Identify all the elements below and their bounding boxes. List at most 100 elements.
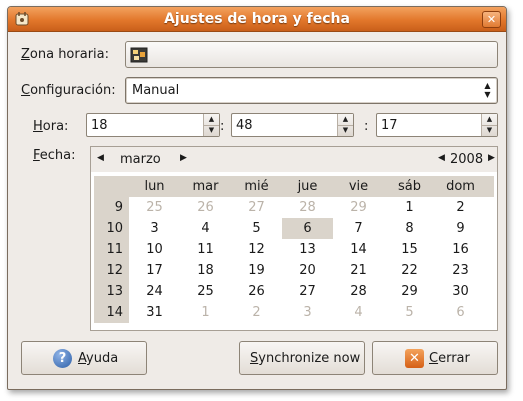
calendar-day[interactable]: 6 bbox=[435, 302, 486, 323]
title-bar[interactable]: Ajustes de hora y fecha ✕ bbox=[8, 7, 506, 32]
calendar-day-selected[interactable]: 6 bbox=[282, 218, 333, 239]
help-button-label: Ayuda bbox=[78, 351, 119, 366]
calendar-day[interactable]: 4 bbox=[333, 302, 384, 323]
calendar-day[interactable]: 28 bbox=[333, 281, 384, 302]
calendar-day[interactable]: 25 bbox=[180, 281, 231, 302]
calendar-day[interactable]: 29 bbox=[384, 281, 435, 302]
calendar-day[interactable]: 16 bbox=[435, 239, 486, 260]
calendar-day[interactable]: 3 bbox=[282, 302, 333, 323]
config-select[interactable]: Manual ▲ ▼ bbox=[125, 77, 498, 104]
weekday-header: lun bbox=[144, 179, 165, 194]
calendar-day[interactable]: 17 bbox=[129, 260, 180, 281]
calendar-day[interactable]: 11 bbox=[180, 239, 231, 260]
next-month-button[interactable]: ▶ bbox=[180, 153, 187, 163]
calendar-month: marzo bbox=[120, 152, 161, 167]
timezone-map-icon bbox=[130, 46, 148, 64]
up-down-arrows-icon: ▲ ▼ bbox=[484, 81, 491, 99]
calendar-day[interactable]: 4 bbox=[180, 218, 231, 239]
minute-spin-buttons: ▲ ▼ bbox=[337, 114, 353, 136]
calendar-week-row: 9 25 26 27 28 29 1 2 bbox=[94, 197, 494, 218]
calendar-header: ◀ marzo ▶ ◀ 2008 ▶ bbox=[91, 147, 497, 172]
weekday-header: mié bbox=[244, 179, 269, 194]
sync-button-label: Synchronize now bbox=[250, 351, 361, 366]
weekday-header: jue bbox=[297, 179, 318, 194]
calendar-day[interactable]: 7 bbox=[333, 218, 384, 239]
weekday-header-row: lun mar mié jue vie sáb dom bbox=[94, 176, 494, 197]
calendar-day[interactable]: 30 bbox=[435, 281, 486, 302]
calendar-day[interactable]: 28 bbox=[282, 197, 333, 218]
minute-spinbox[interactable]: 48 ▲ ▼ bbox=[231, 113, 354, 137]
timezone-label: Zona horaria: bbox=[21, 47, 110, 62]
second-spin-buttons: ▲ ▼ bbox=[481, 114, 497, 136]
minute-decrement-button[interactable]: ▼ bbox=[338, 125, 353, 136]
calendar-day[interactable]: 5 bbox=[231, 218, 282, 239]
calendar-day[interactable]: 26 bbox=[180, 197, 231, 218]
weekday-header: mar bbox=[192, 179, 219, 194]
window-title: Ajustes de hora y fecha bbox=[164, 11, 350, 27]
calendar-day[interactable]: 25 bbox=[129, 197, 180, 218]
calendar-week-row: 12 17 18 19 20 21 22 23 bbox=[94, 260, 494, 281]
weekday-header: vie bbox=[348, 179, 369, 194]
date-label: Fecha: bbox=[33, 148, 76, 163]
week-number: 9 bbox=[94, 197, 129, 218]
hour-minute-separator: : bbox=[220, 119, 225, 134]
calendar-day[interactable]: 26 bbox=[231, 281, 282, 302]
calendar-day[interactable]: 1 bbox=[384, 197, 435, 218]
calendar-day[interactable]: 12 bbox=[231, 239, 282, 260]
calendar-day[interactable]: 9 bbox=[435, 218, 486, 239]
sync-now-button[interactable]: Synchronize now bbox=[239, 341, 365, 375]
window-close-button[interactable]: ✕ bbox=[482, 11, 501, 28]
calendar-day[interactable]: 10 bbox=[129, 239, 180, 260]
time-label: Hora: bbox=[33, 119, 69, 134]
week-number: 10 bbox=[94, 218, 129, 239]
hour-spinbox[interactable]: 18 ▲ ▼ bbox=[86, 113, 220, 137]
calendar-day[interactable]: 27 bbox=[282, 281, 333, 302]
week-number: 14 bbox=[94, 302, 129, 323]
hour-decrement-button[interactable]: ▼ bbox=[204, 125, 219, 136]
prev-year-button[interactable]: ◀ bbox=[438, 153, 445, 163]
next-year-button[interactable]: ▶ bbox=[488, 153, 495, 163]
week-number: 13 bbox=[94, 281, 129, 302]
minute-second-separator: : bbox=[364, 119, 369, 134]
calendar: ◀ marzo ▶ ◀ 2008 ▶ lun mar mié jue vie s… bbox=[90, 146, 498, 331]
calendar-day[interactable]: 5 bbox=[384, 302, 435, 323]
calendar-day[interactable]: 3 bbox=[129, 218, 180, 239]
calendar-week-row: 11 10 11 12 13 14 15 16 bbox=[94, 239, 494, 260]
minute-value: 48 bbox=[236, 118, 253, 133]
calendar-day[interactable]: 27 bbox=[231, 197, 282, 218]
calendar-day[interactable]: 31 bbox=[129, 302, 180, 323]
week-number: 11 bbox=[94, 239, 129, 260]
close-button[interactable]: ✕ Cerrar bbox=[372, 341, 498, 375]
calendar-week-row: 10 3 4 5 6 7 8 9 bbox=[94, 218, 494, 239]
calendar-day[interactable]: 13 bbox=[282, 239, 333, 260]
second-value: 17 bbox=[381, 118, 398, 133]
dialog-window: Ajustes de hora y fecha ✕ Zona horaria: … bbox=[7, 6, 507, 390]
week-number: 12 bbox=[94, 260, 129, 281]
prev-month-button[interactable]: ◀ bbox=[97, 153, 104, 163]
calendar-day[interactable]: 24 bbox=[129, 281, 180, 302]
calendar-day[interactable]: 8 bbox=[384, 218, 435, 239]
calendar-day[interactable]: 22 bbox=[384, 260, 435, 281]
calendar-day[interactable]: 29 bbox=[333, 197, 384, 218]
weekday-header: sáb bbox=[398, 179, 421, 194]
hour-value: 18 bbox=[91, 118, 108, 133]
calendar-day[interactable]: 19 bbox=[231, 260, 282, 281]
close-icon: ✕ bbox=[405, 349, 424, 368]
config-label: Configuración: bbox=[21, 83, 116, 98]
help-button[interactable]: ? Ayuda bbox=[21, 341, 147, 375]
calendar-day[interactable]: 2 bbox=[231, 302, 282, 323]
timezone-button[interactable] bbox=[125, 41, 498, 68]
calendar-day[interactable]: 1 bbox=[180, 302, 231, 323]
calendar-day[interactable]: 20 bbox=[282, 260, 333, 281]
close-button-label: Cerrar bbox=[429, 351, 470, 366]
second-spinbox[interactable]: 17 ▲ ▼ bbox=[376, 113, 498, 137]
calendar-day[interactable]: 18 bbox=[180, 260, 231, 281]
calendar-day[interactable]: 23 bbox=[435, 260, 486, 281]
calendar-week-row: 14 31 1 2 3 4 5 6 bbox=[94, 302, 494, 323]
calendar-day[interactable]: 2 bbox=[435, 197, 486, 218]
calendar-year: 2008 bbox=[450, 152, 484, 167]
calendar-day[interactable]: 15 bbox=[384, 239, 435, 260]
calendar-day[interactable]: 21 bbox=[333, 260, 384, 281]
second-decrement-button[interactable]: ▼ bbox=[482, 125, 497, 136]
calendar-day[interactable]: 14 bbox=[333, 239, 384, 260]
